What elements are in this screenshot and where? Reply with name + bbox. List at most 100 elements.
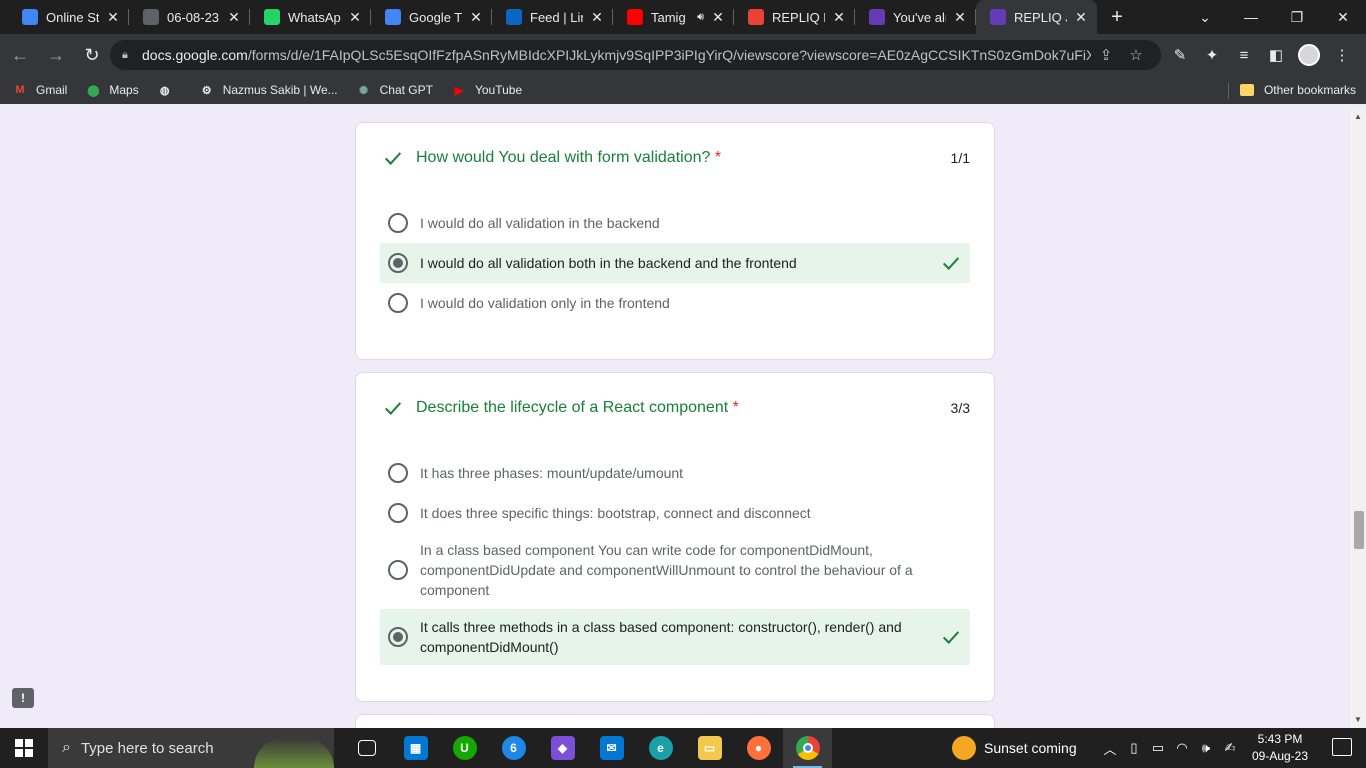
tab-close-icon[interactable]: ✕ [831, 9, 847, 25]
scroll-down-icon[interactable]: ▼ [1354, 715, 1362, 724]
upwork-icon[interactable]: U [440, 728, 489, 768]
tab-close-icon[interactable]: ✕ [589, 9, 605, 25]
answer-option: It calls three methods in a class based … [380, 609, 970, 665]
question-correct-icon [382, 147, 404, 169]
browser-toolbar: ← → ↻ 🔒︎ docs.google.com/forms/d/e/1FAIp… [0, 34, 1366, 76]
browser-tab[interactable]: Feed | Link ✕ [492, 0, 613, 34]
chrome-icon[interactable] [783, 728, 832, 768]
tray-chevron-icon[interactable]: ︿ [1098, 739, 1122, 758]
profile-avatar[interactable] [1298, 44, 1320, 66]
new-tab-button[interactable]: + [1097, 0, 1137, 34]
restore-button[interactable]: ❐ [1274, 9, 1320, 26]
volume-icon[interactable]: 🕪︎ [1194, 740, 1218, 756]
browser-tab[interactable]: 06-08-23 ✕ [129, 0, 250, 34]
scroll-up-icon[interactable]: ▲ [1354, 112, 1362, 121]
back-button[interactable]: ← [4, 39, 36, 71]
windows-start-button[interactable] [0, 728, 48, 768]
tray-app-icon[interactable]: ▯ [1122, 740, 1146, 756]
scrollbar-thumb[interactable] [1354, 511, 1364, 549]
file-explorer-icon[interactable]: ▭ [685, 728, 734, 768]
audio-playing-icon[interactable]: 🔊︎ [697, 11, 704, 24]
tab-close-icon[interactable]: ✕ [468, 9, 484, 25]
browser-tab[interactable]: Tamig 🔊︎ ✕ [613, 0, 734, 34]
whatsapp-icon [264, 9, 280, 25]
page-scrollbar[interactable]: ▲ ▼ [1350, 108, 1366, 728]
question-header: Describe the lifecycle of a React compon… [382, 397, 970, 419]
question-correct-icon [382, 397, 404, 419]
wifi-icon[interactable]: ◠ [1170, 740, 1194, 756]
taskbar-search[interactable]: ⌕ Type here to search [48, 728, 334, 768]
bookmarks-bar: M Gmail ⬤ Maps ◍ ⚙ Nazmus Sakib | We... ✺ Chat G… [0, 76, 1366, 104]
firefox-icon[interactable]: ● [734, 728, 783, 768]
bookmark-item[interactable]: ✺ Chat GPT [356, 82, 433, 98]
forward-button[interactable]: → [40, 39, 72, 71]
clock-date: 09-Aug-23 [1251, 749, 1309, 763]
weather-widget[interactable]: Sunset coming [952, 728, 1077, 768]
microsoft-store-icon[interactable]: ▦ [391, 728, 440, 768]
side-panel-icon[interactable]: ◧ [1260, 46, 1292, 64]
bookmark-item[interactable]: ◍ [157, 82, 181, 98]
close-window-button[interactable]: ✕ [1320, 9, 1366, 26]
radio-selected [388, 253, 408, 273]
extensions-icon[interactable]: ✦ [1196, 46, 1228, 64]
reload-button[interactable]: ↻ [76, 39, 108, 71]
tab-close-icon[interactable]: ✕ [226, 9, 242, 25]
tab-close-icon[interactable]: ✕ [105, 9, 121, 25]
share-icon[interactable]: ⇪ [1091, 46, 1121, 64]
browser-tab[interactable]: WhatsApp ✕ [250, 0, 371, 34]
battery-icon[interactable]: ▭ [1146, 740, 1170, 756]
form-page: How would You deal with form validation?… [0, 108, 1350, 728]
browser-tab[interactable]: Google Tra ✕ [371, 0, 492, 34]
mail-icon[interactable]: ✉ [587, 728, 636, 768]
doc-icon [143, 9, 159, 25]
taskbar-clock[interactable]: 5:43 PM 09-Aug-23 [1240, 728, 1320, 768]
bookmark-list: M Gmail ⬤ Maps ◍ ⚙ Nazmus Sakib | We... ✺ Chat G… [12, 82, 540, 98]
check-circle-icon [22, 9, 38, 25]
browser-tab[interactable]: REPLIQ Jr ✕ [976, 0, 1097, 34]
answer-option: It does three specific things: bootstrap… [380, 502, 970, 524]
media-control-icon[interactable]: ≡ [1228, 47, 1260, 64]
address-bar[interactable]: 🔒︎ docs.google.com/forms/d/e/1FAIpQLSc5E… [110, 40, 1161, 70]
tab-close-icon[interactable]: ✕ [952, 9, 968, 25]
tab-title: Feed | Link [530, 9, 583, 25]
search-highlight-image [254, 738, 334, 768]
required-asterisk: * [732, 399, 739, 416]
eyedropper-extension-icon[interactable]: ✎ [1164, 46, 1196, 64]
radio-unselected [388, 463, 408, 483]
browser-tab[interactable]: REPLIQ Re ✕ [734, 0, 855, 34]
minimize-button[interactable]: — [1228, 9, 1274, 25]
bookmark-star-icon[interactable]: ☆ [1121, 46, 1151, 64]
globe-icon: ◍ [159, 84, 170, 97]
menu-kebab-icon[interactable]: ⋮ [1326, 46, 1358, 64]
browser-tab[interactable]: Online Sto ✕ [8, 0, 129, 34]
browser-tab[interactable]: You've alre ✕ [855, 0, 976, 34]
tab-close-icon[interactable]: ✕ [1073, 9, 1089, 25]
app-6-icon[interactable]: 6 [489, 728, 538, 768]
forms-icon [990, 9, 1006, 25]
notification-center-icon[interactable] [1332, 738, 1352, 756]
answer-option: It has three phases: mount/update/umount [380, 462, 970, 484]
task-view-icon[interactable] [342, 728, 391, 768]
tab-close-icon[interactable]: ✕ [347, 9, 363, 25]
bookmark-item[interactable]: M Gmail [12, 82, 67, 98]
question-header: How would You deal with form validation?… [382, 147, 970, 169]
windows-taskbar: ⌕ Type here to search ▦ U 6 ◆ ✉ e ▭ ● Su… [0, 728, 1366, 768]
report-feedback-icon[interactable]: ! [12, 688, 34, 708]
weather-text: Sunset coming [984, 740, 1077, 756]
other-bookmarks[interactable]: Other bookmarks [1239, 76, 1356, 104]
tab-close-icon[interactable]: ✕ [710, 9, 726, 25]
option-text: I would do validation only in the fronte… [420, 295, 670, 311]
bookmark-item[interactable]: ⬤ Maps [85, 82, 139, 98]
edge-icon[interactable]: e [636, 728, 685, 768]
visual-studio-icon[interactable]: ◆ [538, 728, 587, 768]
pen-icon[interactable]: ✍︎ [1218, 740, 1242, 756]
youtube-icon: ▶ [454, 84, 464, 97]
clock-time: 5:43 PM [1257, 732, 1303, 746]
bookmark-item[interactable]: ⚙ Nazmus Sakib | We... [199, 82, 338, 98]
bookmark-label: Nazmus Sakib | We... [222, 83, 338, 97]
bookmark-item[interactable]: ▶ YouTube [451, 82, 522, 98]
gmail-icon [748, 9, 764, 25]
question-score: 1/1 [950, 150, 970, 166]
tab-search-icon[interactable]: ⌄ [1182, 9, 1228, 26]
bookmark-label: Maps [109, 83, 139, 97]
